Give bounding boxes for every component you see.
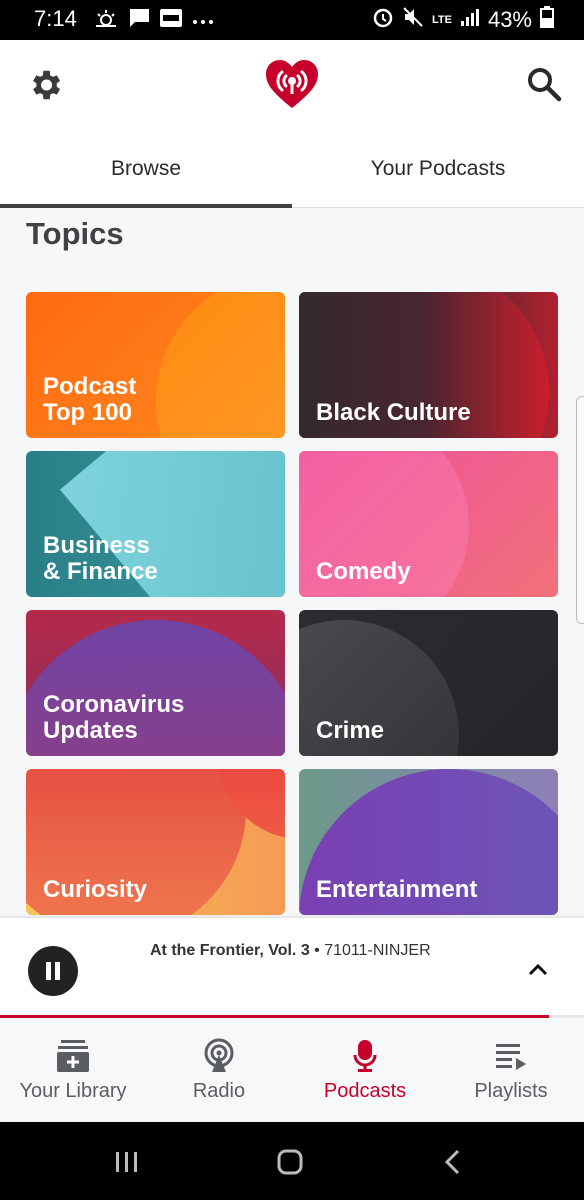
status-bar: 7:14 LTE 43% (0, 0, 584, 40)
mute-icon (402, 6, 424, 34)
more-dots-icon (192, 12, 214, 30)
library-icon (55, 1038, 91, 1074)
alarm-icon (372, 6, 394, 34)
topic-tile-business-finance[interactable]: Business & Finance (26, 451, 285, 597)
bottom-nav: Your Library Radio Podcasts Playlists (0, 1018, 584, 1122)
lte-icon: LTE (431, 13, 452, 26)
nav-playlists[interactable]: Playlists (438, 1018, 584, 1122)
signal-icon (460, 7, 480, 33)
home-icon[interactable] (276, 1148, 304, 1181)
nav-label: Radio (192, 1080, 246, 1102)
track-separator: • (309, 942, 325, 959)
battery-icon (540, 6, 554, 34)
battery-percent: 43% (487, 7, 532, 32)
tab-bar: Browse Your Podcasts (0, 130, 584, 208)
topic-label: Black Culture (316, 399, 471, 426)
topics-content: Topics Podcast Top 100 Black Culture Bus… (0, 208, 584, 918)
radio-icon (201, 1038, 237, 1074)
search-icon[interactable] (524, 64, 564, 104)
status-left-icons (94, 8, 214, 33)
imdb-icon (160, 8, 182, 33)
gear-icon[interactable] (26, 66, 64, 104)
back-icon[interactable] (442, 1148, 462, 1181)
pause-icon[interactable] (28, 946, 78, 996)
topic-tile-crime[interactable]: Crime (299, 610, 558, 756)
nav-label: Your Library (19, 1080, 127, 1102)
iheart-logo-icon[interactable] (262, 58, 322, 110)
playlist-icon (493, 1038, 529, 1074)
tab-browse[interactable]: Browse (0, 130, 292, 208)
topic-label: Business & Finance (43, 532, 158, 585)
tile-decor (156, 292, 285, 438)
chevron-up-icon[interactable] (526, 958, 550, 982)
nav-radio[interactable]: Radio (146, 1018, 292, 1122)
topic-tile-coronavirus-updates[interactable]: Coronavirus Updates (26, 610, 285, 756)
section-title: Topics (26, 216, 124, 251)
topic-label: Crime (316, 717, 385, 744)
scrollbar[interactable] (576, 396, 584, 624)
tab-your-podcasts[interactable]: Your Podcasts (292, 130, 584, 208)
app-header (0, 40, 584, 130)
status-time: 7:14 (34, 6, 77, 31)
topic-tile-black-culture[interactable]: Black Culture (299, 292, 558, 438)
system-nav-bar (0, 1122, 584, 1200)
nav-label: Playlists (474, 1080, 548, 1102)
mini-player[interactable]: At the Frontier, Vol. 3 • 71011-NINJER (0, 918, 584, 1018)
now-playing: At the Frontier, Vol. 3 • 71011-NINJER (150, 942, 431, 960)
topic-label: Curiosity (43, 876, 148, 903)
nav-label: Podcasts (323, 1080, 407, 1102)
nav-your-library[interactable]: Your Library (0, 1018, 146, 1122)
topic-tile-curiosity[interactable]: Curiosity (26, 769, 285, 915)
topic-label: Podcast Top 100 (43, 373, 137, 426)
topic-label: Coronavirus Updates (43, 691, 185, 744)
topic-label: Comedy (316, 558, 411, 585)
microphone-icon (347, 1038, 383, 1074)
weather-icon (94, 8, 118, 33)
message-icon (128, 8, 150, 33)
status-right: LTE 43% (372, 6, 554, 34)
topic-tile-podcast-top-100[interactable]: Podcast Top 100 (26, 292, 285, 438)
track-title: At the Frontier, Vol. 3 (150, 942, 310, 959)
topic-tile-comedy[interactable]: Comedy (299, 451, 558, 597)
track-artist: 71011-NINJER (324, 942, 431, 959)
topic-label: Entertainment (316, 876, 478, 903)
nav-podcasts[interactable]: Podcasts (292, 1018, 438, 1122)
recents-icon[interactable] (114, 1150, 140, 1179)
topic-tile-entertainment[interactable]: Entertainment (299, 769, 558, 915)
